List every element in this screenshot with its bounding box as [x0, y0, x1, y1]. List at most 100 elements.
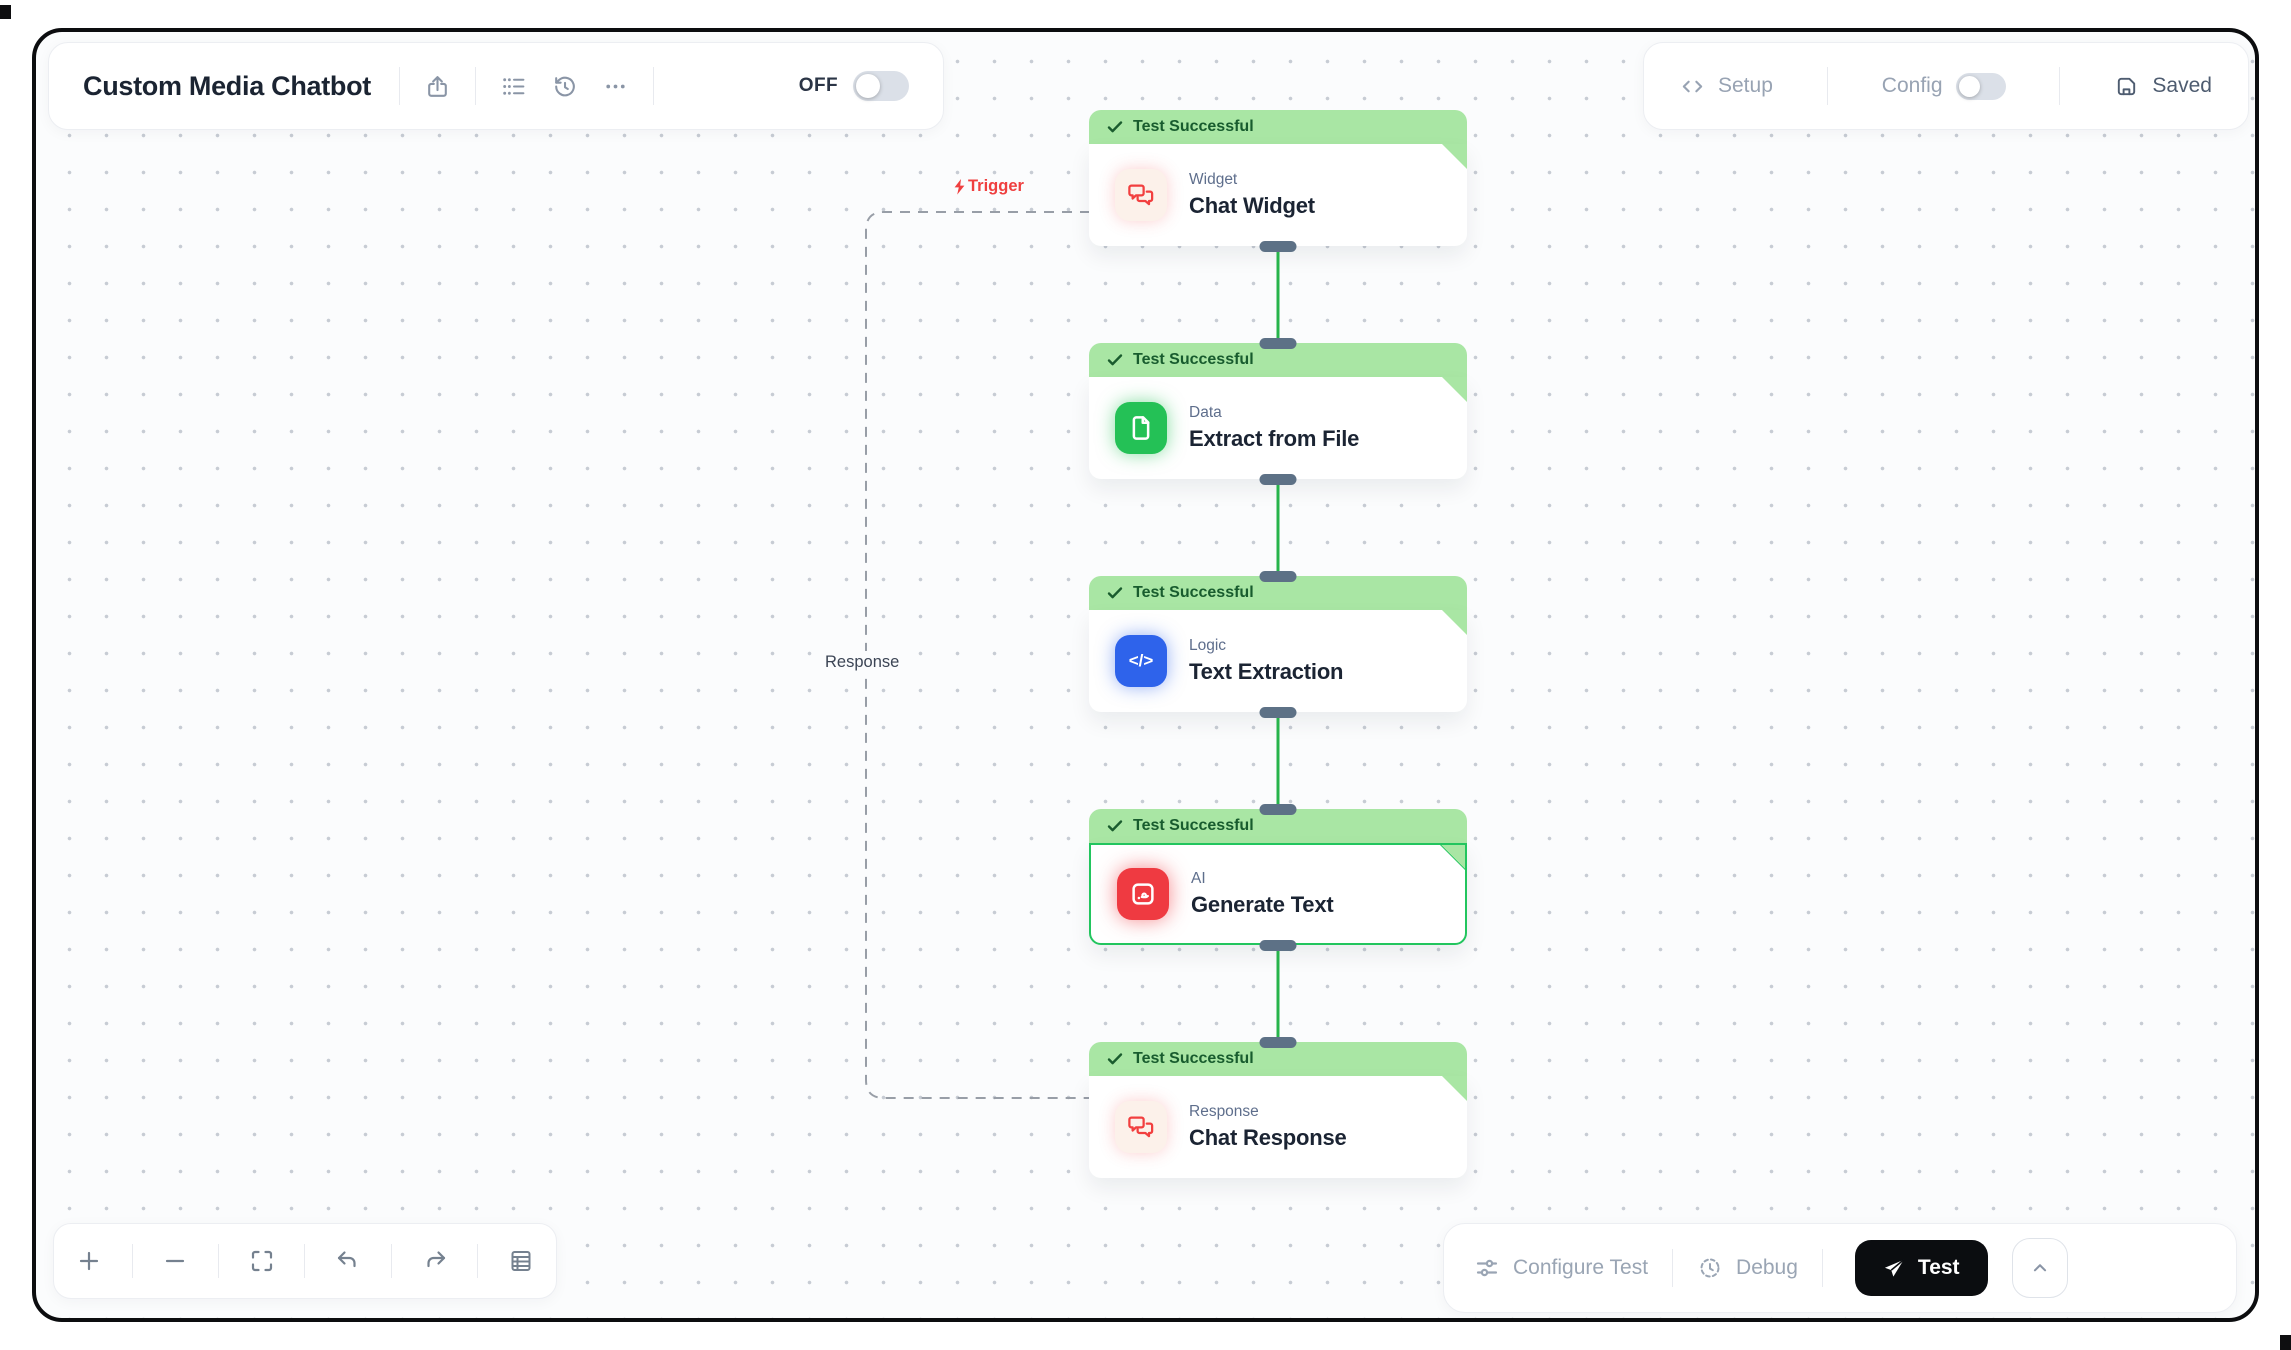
node-title: Text Extraction — [1189, 659, 1343, 685]
workflow-header-panel: Custom Media Chatbot — [48, 42, 944, 130]
card-fold-corner — [1440, 845, 1465, 870]
file-document-icon — [1126, 413, 1156, 443]
card-fold-corner — [1442, 610, 1467, 635]
node-connector-edge — [1277, 244, 1280, 344]
node-text: Widget Chat Widget — [1189, 171, 1315, 219]
workflow-node[interactable]: Test Successful Data Extract from File — [1089, 343, 1467, 479]
workflow-node[interactable]: Test Successful Logic Text Extraction — [1089, 576, 1467, 712]
code-icon — [1129, 651, 1154, 671]
card-fold-corner — [1442, 144, 1467, 169]
node-text: Data Extract from File — [1189, 404, 1359, 452]
workflow-power-group: OFF — [799, 71, 909, 101]
test-status-label: Test Successful — [1133, 118, 1254, 136]
node-output-handle[interactable] — [1260, 241, 1297, 252]
lightning-bolt-icon — [952, 178, 967, 196]
check-icon — [1107, 120, 1123, 134]
node-category-label: Widget — [1189, 171, 1315, 189]
chat-bubbles-icon — [1126, 180, 1156, 210]
setup-label: Setup — [1718, 74, 1773, 98]
check-icon — [1107, 1052, 1123, 1066]
node-title: Extract from File — [1189, 426, 1359, 452]
node-card: Logic Text Extraction — [1089, 610, 1467, 712]
node-card: Data Extract from File — [1089, 377, 1467, 479]
header-tools-group — [500, 73, 629, 100]
list-icon — [500, 73, 527, 100]
power-state-label: OFF — [799, 75, 838, 97]
node-category-label: AI — [1191, 870, 1334, 888]
toggle-knob — [856, 74, 880, 98]
zoom-in-button[interactable] — [76, 1248, 102, 1274]
node-connector-edge — [1277, 943, 1280, 1043]
test-panel: Configure Test Debug Test — [1443, 1223, 2237, 1313]
screen-edge-artifact — [0, 5, 11, 19]
test-button-label: Test — [1918, 1256, 1960, 1280]
node-list-button[interactable] — [500, 73, 527, 100]
collapse-panel-button[interactable] — [2012, 1238, 2068, 1298]
table-icon — [508, 1248, 534, 1274]
upload-share-icon — [424, 73, 451, 100]
setup-button[interactable]: Setup — [1680, 74, 1773, 99]
generate-text-icon-badge — [1117, 868, 1169, 920]
node-card: Response Chat Response — [1089, 1076, 1467, 1178]
redo-icon — [422, 1248, 448, 1274]
undo-button[interactable] — [335, 1248, 361, 1274]
workflow-node[interactable]: Test Successful Widget Chat Widget — [1089, 110, 1467, 246]
test-button[interactable]: Test — [1855, 1240, 1988, 1296]
divider — [2059, 67, 2060, 105]
configure-test-label: Configure Test — [1513, 1256, 1648, 1280]
divider — [475, 67, 476, 105]
divider — [399, 67, 400, 105]
fit-view-icon — [249, 1248, 275, 1274]
ellipsis-icon — [602, 73, 629, 100]
save-status: Saved — [2114, 74, 2212, 99]
node-category-label: Logic — [1189, 637, 1343, 655]
divider — [1827, 67, 1828, 105]
workflow-power-toggle[interactable] — [853, 71, 909, 101]
fit-view-button[interactable] — [249, 1248, 275, 1274]
undo-icon — [335, 1248, 361, 1274]
node-input-handle[interactable] — [1260, 1037, 1297, 1048]
workspace-actions-panel: Setup Config Saved — [1643, 42, 2249, 130]
node-category-label: Response — [1189, 1103, 1347, 1121]
configure-test-button[interactable]: Configure Test — [1474, 1255, 1648, 1281]
more-options-button[interactable] — [602, 73, 629, 100]
node-input-handle[interactable] — [1260, 571, 1297, 582]
config-toggle-group: Config — [1882, 73, 2006, 100]
node-output-handle[interactable] — [1260, 474, 1297, 485]
divider — [1672, 1249, 1673, 1287]
node-card: AI Generate Text — [1089, 843, 1467, 945]
node-card: Widget Chat Widget — [1089, 144, 1467, 246]
file-document-icon-badge — [1115, 402, 1167, 454]
logs-table-button[interactable] — [508, 1248, 534, 1274]
history-icon — [551, 73, 578, 100]
workflow-node[interactable]: Test Successful AI Generate Text — [1089, 809, 1467, 945]
divider — [218, 1244, 219, 1278]
node-output-handle[interactable] — [1260, 707, 1297, 718]
generate-text-icon — [1128, 879, 1158, 909]
divider — [304, 1244, 305, 1278]
node-input-handle[interactable] — [1260, 804, 1297, 815]
divider — [477, 1244, 478, 1278]
test-status-label: Test Successful — [1133, 1050, 1254, 1068]
share-button[interactable] — [424, 73, 451, 100]
check-icon — [1107, 586, 1123, 600]
debug-button[interactable]: Debug — [1697, 1255, 1798, 1281]
test-status-label: Test Successful — [1133, 817, 1254, 835]
workflow-editor-window: Trigger Response Test Successful — [32, 28, 2259, 1322]
sliders-icon — [1474, 1255, 1500, 1281]
config-label: Config — [1882, 74, 1943, 98]
zoom-out-button[interactable] — [162, 1248, 188, 1274]
version-history-button[interactable] — [551, 73, 578, 100]
node-text: AI Generate Text — [1191, 870, 1334, 918]
node-connector-edge — [1277, 710, 1280, 810]
debug-timer-icon — [1697, 1255, 1723, 1281]
redo-button[interactable] — [422, 1248, 448, 1274]
plus-icon — [76, 1248, 102, 1274]
save-icon — [2114, 74, 2139, 99]
chat-bubbles-icon — [1126, 1112, 1156, 1142]
node-input-handle[interactable] — [1260, 338, 1297, 349]
workflow-node[interactable]: Test Successful Response Chat Response — [1089, 1042, 1467, 1178]
node-output-handle[interactable] — [1260, 940, 1297, 951]
card-fold-corner — [1442, 377, 1467, 402]
config-toggle[interactable] — [1956, 73, 2006, 100]
